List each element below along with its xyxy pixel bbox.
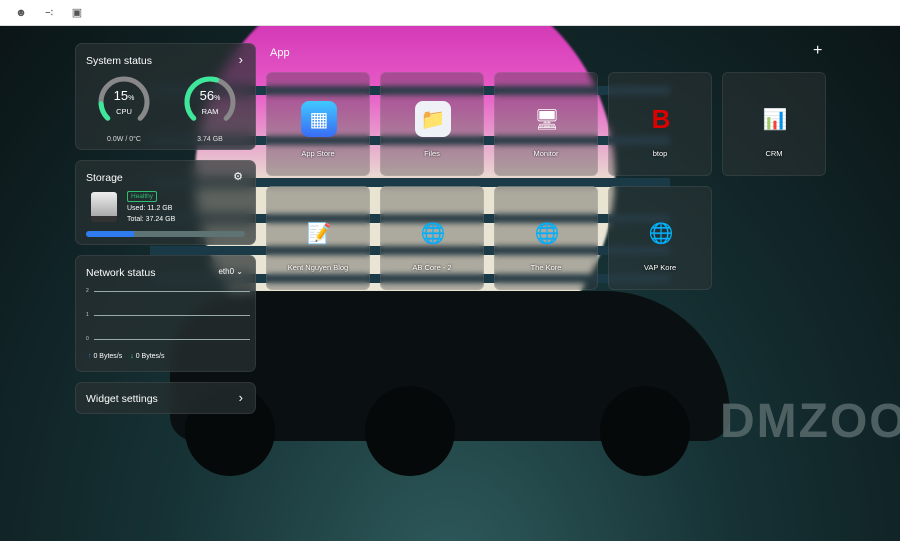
ram-label: RAM	[201, 107, 219, 116]
crm-icon: 📊	[762, 108, 788, 131]
cpu-gauge: 15% CPU 0.0W / 0°C	[96, 74, 152, 143]
app-tile[interactable]: 📁 Files	[380, 72, 484, 176]
widget-settings-button[interactable]: Widget settings ›	[75, 382, 256, 414]
app-label: CRM	[765, 149, 783, 158]
app-label: Kent Nguyen Blog	[287, 263, 349, 272]
add-app-button[interactable]: +	[813, 42, 822, 60]
health-badge: Healthy	[127, 191, 158, 202]
app-label: btop	[652, 149, 668, 158]
app-label: App Store	[301, 149, 335, 158]
y-tick: 0	[86, 336, 89, 342]
download-arrow-icon: ↓	[130, 353, 134, 360]
app-tile[interactable]: ▦ App Store	[266, 72, 370, 176]
app-label: AB Core - 2	[412, 263, 452, 272]
storage-total: Total: 37.24 GB	[127, 216, 176, 223]
app-tile[interactable]: 📝 Kent Nguyen Blog	[266, 186, 370, 290]
app-tile[interactable]: 🌐 AB Core - 2	[380, 186, 484, 290]
chevron-right-icon[interactable]: ›	[239, 52, 243, 67]
network-diagram-icon: 🌐	[534, 222, 560, 245]
btop-icon: B	[651, 103, 671, 134]
storage-title: Storage	[86, 172, 123, 184]
app-label: Monitor	[533, 149, 559, 158]
ram-gauge: 56% RAM 3.74 GB	[182, 74, 238, 143]
storage-used: Used: 11.2 GB	[127, 205, 173, 212]
watermark: DMZOO	[720, 395, 900, 448]
y-tick: 1	[86, 312, 89, 318]
app-label: Files	[424, 149, 440, 158]
cpu-power-temp: 0.0W / 0°C	[107, 136, 141, 143]
app-store-icon: ▦	[301, 101, 337, 137]
blog-icon: 📝	[306, 222, 332, 245]
storage-widget: Storage ⚙ Healthy Used: 11.2 GB Total: 3…	[75, 160, 256, 245]
upload-arrow-icon: ↑	[88, 353, 92, 360]
ram-usage: 3.74 GB	[197, 136, 223, 143]
network-status-widget: Network status eth0 ⌄ 2 1 0 ↑ 0 Bytes/s …	[75, 255, 256, 372]
system-status-widget: System status › 15% CPU 0.0W / 0°C 56% R…	[75, 43, 256, 150]
chevron-right-icon: ›	[238, 390, 243, 405]
network-diagram-icon: 🌐	[420, 222, 446, 245]
y-tick: 2	[86, 288, 89, 294]
cpu-value: 15	[113, 88, 129, 103]
user-icon[interactable]: ☻	[14, 7, 28, 19]
sliders-icon[interactable]: ∹	[42, 6, 56, 19]
network-speeds: ↑ 0 Bytes/s ↓ 0 Bytes/s	[88, 353, 165, 360]
gear-icon[interactable]: ⚙	[233, 170, 243, 183]
system-status-title: System status	[86, 55, 152, 67]
disk-icon	[91, 192, 117, 222]
network-title: Network status	[86, 267, 156, 279]
widget-settings-label: Widget settings	[86, 393, 158, 405]
ram-value: 56	[199, 88, 215, 103]
app-tile[interactable]: 📊 CRM	[722, 72, 826, 176]
app-tile[interactable]: Bbtop	[608, 72, 712, 176]
app-tile[interactable]: 🌐 VAP Kore	[608, 186, 712, 290]
app-tile[interactable]: 🌐 The Kore	[494, 186, 598, 290]
apps-title: App	[270, 47, 290, 59]
download-speed: 0 Bytes/s	[135, 353, 165, 360]
app-label: The Kore	[530, 263, 562, 272]
cpu-label: CPU	[116, 107, 132, 116]
app-label: VAP Kore	[643, 263, 677, 272]
display-icon[interactable]: ▣	[70, 6, 84, 19]
interface-select[interactable]: eth0 ⌄	[218, 267, 243, 276]
network-diagram-icon: 🌐	[648, 222, 674, 245]
chevron-down-icon: ⌄	[236, 267, 243, 276]
files-icon: 📁	[415, 101, 451, 137]
upload-speed: 0 Bytes/s	[93, 353, 123, 360]
storage-progress	[86, 231, 245, 237]
top-bar: ☻ ∹ ▣	[0, 0, 900, 26]
app-tile[interactable]: 🖥 Monitor	[494, 72, 598, 176]
monitor-icon: 🖥	[534, 108, 560, 131]
